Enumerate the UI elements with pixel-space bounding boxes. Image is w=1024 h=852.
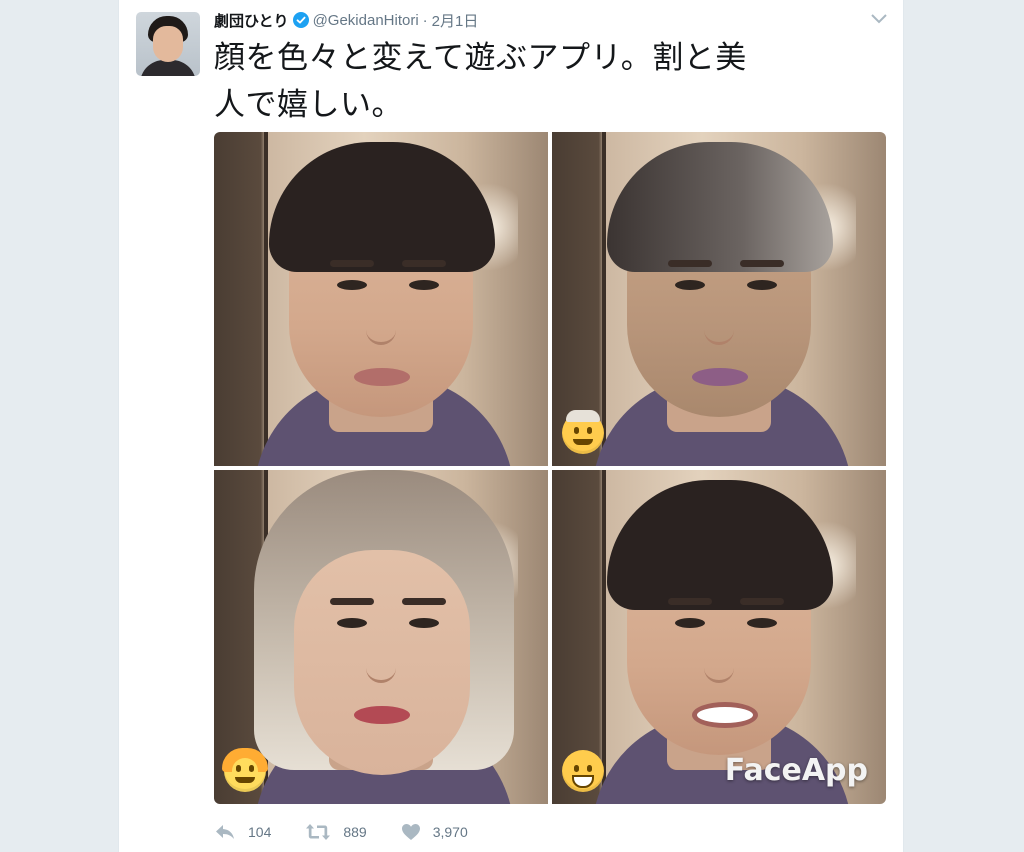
photo-original[interactable] xyxy=(214,132,548,466)
emoji-eye xyxy=(587,427,592,434)
emoji-eye xyxy=(574,427,579,434)
mouth xyxy=(354,706,410,724)
reply-count: 104 xyxy=(248,824,272,840)
emoji-eye xyxy=(574,765,579,772)
mouth xyxy=(354,368,410,386)
eye xyxy=(409,618,439,628)
avatar[interactable] xyxy=(136,12,200,76)
tweet-actions: 104 889 3,970 xyxy=(214,820,502,844)
emoji-mouth xyxy=(572,775,594,788)
faceapp-watermark: FaceApp xyxy=(724,753,868,788)
separator-dot: · xyxy=(422,11,428,29)
tweet-timestamp[interactable]: 2月1日 xyxy=(432,10,479,31)
retweet-button[interactable]: 889 xyxy=(305,823,367,841)
emoji-mouth xyxy=(235,777,255,783)
retweet-icon xyxy=(306,824,331,840)
door-edge xyxy=(602,470,606,804)
emoji-eye xyxy=(236,765,241,772)
heart-icon xyxy=(401,824,420,840)
photo-old-filter[interactable] xyxy=(552,132,886,466)
door-edge xyxy=(264,132,268,466)
eyebrow xyxy=(402,598,446,605)
eye xyxy=(675,618,705,628)
eye xyxy=(337,618,367,628)
mouth xyxy=(692,368,748,386)
mouth xyxy=(692,702,758,728)
emoji-mouth xyxy=(573,439,593,445)
chevron-down-icon[interactable] xyxy=(870,12,888,26)
eyebrow xyxy=(740,598,784,605)
eye xyxy=(409,280,439,290)
eye xyxy=(747,280,777,290)
photo-smile-filter[interactable]: FaceApp xyxy=(552,470,886,804)
eyebrow xyxy=(330,260,374,267)
grinning-face-emoji-icon xyxy=(562,750,604,792)
like-count: 3,970 xyxy=(432,824,468,840)
eye xyxy=(337,280,367,290)
like-button[interactable]: 3,970 xyxy=(401,823,468,841)
hair xyxy=(269,142,495,272)
reply-button[interactable]: 104 xyxy=(214,824,271,840)
emoji-face xyxy=(232,758,258,788)
nose xyxy=(366,640,396,683)
eyebrow xyxy=(402,260,446,267)
eye xyxy=(675,280,705,290)
tweet-text-line-1: 顔を色々と変えて遊ぶアプリ。割と美 xyxy=(214,40,747,75)
eyebrow xyxy=(668,598,712,605)
nose xyxy=(366,302,396,345)
hair xyxy=(607,480,833,610)
nose xyxy=(704,302,734,345)
eye xyxy=(747,618,777,628)
eyebrow xyxy=(740,260,784,267)
emoji-hair xyxy=(566,410,600,422)
reply-icon xyxy=(216,825,234,839)
hair xyxy=(607,142,833,272)
author-name[interactable]: 劇団ひとり xyxy=(214,10,289,31)
nose xyxy=(704,640,734,683)
tweet-text-line-2: 人で嬉しい。 xyxy=(214,87,403,122)
avatar-face xyxy=(153,26,183,62)
eyebrow xyxy=(330,598,374,605)
photo-female-filter[interactable] xyxy=(214,470,548,804)
avatar-body xyxy=(140,60,196,76)
retweet-count: 889 xyxy=(343,824,367,840)
tweet-header: 劇団ひとり @GekidanHitori · 2月1日 xyxy=(214,10,478,30)
verified-badge-icon xyxy=(292,12,309,28)
older-man-emoji-icon xyxy=(562,410,604,454)
media-grid[interactable]: FaceApp xyxy=(214,132,886,804)
woman-emoji-icon xyxy=(222,748,268,792)
eyebrow xyxy=(668,260,712,267)
tweet-text: 顔を色々と変えて遊ぶアプリ。割と美 人で嬉しい。 xyxy=(214,34,854,128)
emoji-eye xyxy=(587,765,592,772)
author-handle[interactable]: @GekidanHitori xyxy=(313,12,419,29)
emoji-eye xyxy=(249,765,254,772)
door-edge xyxy=(602,132,606,466)
